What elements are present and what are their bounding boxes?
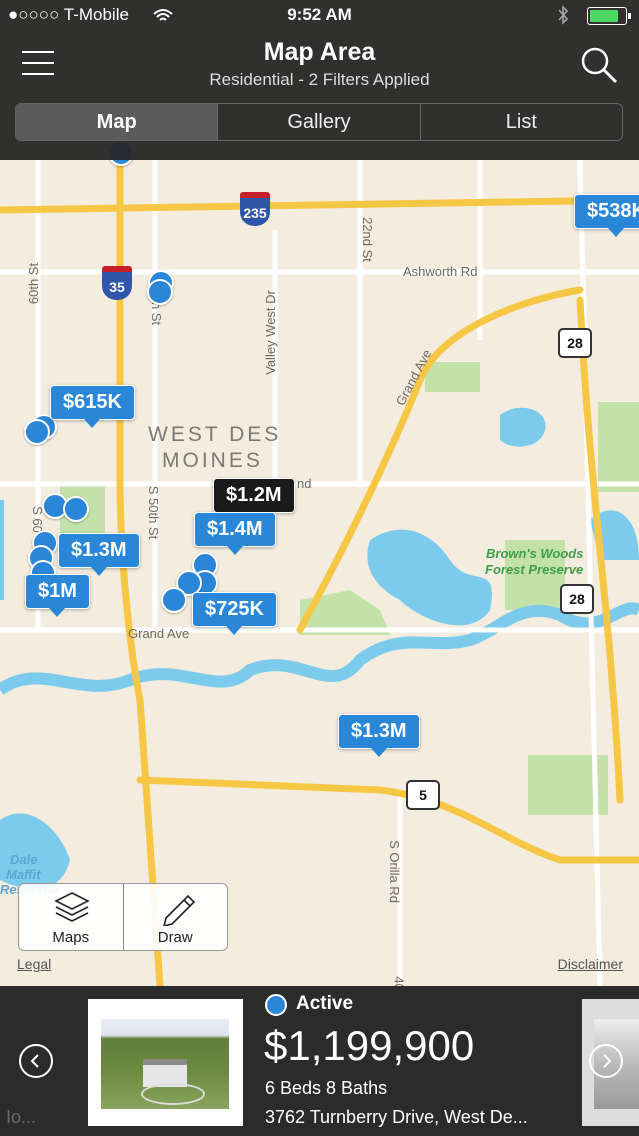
page-subtitle: Residential - 2 Filters Applied xyxy=(209,70,430,89)
map-tools: Maps Draw xyxy=(18,883,228,951)
street-label: Valley West Dr xyxy=(262,290,278,375)
bluetooth-icon xyxy=(558,5,569,25)
park-label: Brown's Woods xyxy=(486,546,584,561)
price-pin[interactable]: $1M xyxy=(25,574,90,617)
draw-button[interactable]: Draw xyxy=(124,884,228,950)
city-label-2: MOINES xyxy=(162,449,263,472)
listing-dot[interactable] xyxy=(63,496,89,522)
disclaimer-link[interactable]: Disclaimer xyxy=(558,956,623,972)
city-label: WEST DES xyxy=(148,423,282,446)
street-label: Ashworth Rd xyxy=(403,264,478,279)
next-listing-button[interactable] xyxy=(589,1044,623,1078)
route-shield: 28 xyxy=(558,328,592,358)
price-pin[interactable]: $538K xyxy=(574,194,639,237)
price-pin-selected[interactable]: $1.2M xyxy=(213,478,295,521)
search-icon[interactable] xyxy=(579,46,619,84)
listing-address: 3762 Turnberry Drive, West De... xyxy=(265,1107,528,1127)
top-bar: ●○○○○ T-Mobile 9:52 AM Map Area Resident… xyxy=(0,0,639,160)
park-label-2: Forest Preserve xyxy=(485,562,584,577)
route-shield: 5 xyxy=(406,780,440,810)
chevron-right-icon xyxy=(603,1054,612,1068)
route-shield: 28 xyxy=(560,584,594,614)
clock: 9:52 AM xyxy=(287,5,352,24)
lake-label-2: Maffit xyxy=(6,867,41,882)
street-label: nd xyxy=(297,476,312,491)
chevron-left-icon xyxy=(30,1054,39,1068)
battery-icon xyxy=(587,7,631,25)
price-pin[interactable]: $725K xyxy=(192,592,277,635)
listing-thumbnail[interactable] xyxy=(88,999,243,1126)
layers-icon xyxy=(54,892,90,922)
listing-price: $1,199,900 xyxy=(264,1022,475,1069)
street-label: n St xyxy=(149,301,165,326)
maps-label: Maps xyxy=(52,929,90,946)
price-pin[interactable]: $1.3M xyxy=(58,533,140,576)
tab-list[interactable]: List xyxy=(421,104,622,140)
listing-dot[interactable] xyxy=(161,587,187,613)
lake-label: Dale xyxy=(10,852,38,867)
legal-link[interactable]: Legal xyxy=(17,956,51,972)
price-pin[interactable]: $615K xyxy=(50,385,135,428)
pencil-icon xyxy=(162,894,195,926)
view-tabs: Map Gallery List xyxy=(15,103,623,141)
street-label: S Orilla Rd xyxy=(386,840,402,903)
interstate-235-shield: 235 xyxy=(240,192,270,226)
page-title: Map Area xyxy=(263,38,376,66)
interstate-35-shield: 35 xyxy=(102,266,132,300)
street-label: 60th St xyxy=(26,262,42,305)
street-label: Grand Ave xyxy=(128,626,190,641)
street-label: 22nd St xyxy=(359,217,375,262)
listing-card[interactable]: Io... Active $1,199,900 6 Beds 8 Baths 3… xyxy=(0,986,639,1136)
status-dot xyxy=(265,994,287,1016)
street-label: S 50th St xyxy=(146,485,162,540)
prev-listing-button[interactable] xyxy=(19,1044,53,1078)
listing-dot[interactable] xyxy=(147,279,173,305)
draw-label: Draw xyxy=(157,929,193,946)
house-photo xyxy=(101,1019,229,1109)
tab-map[interactable]: Map xyxy=(16,104,219,140)
listing-details: 6 Beds 8 Baths xyxy=(265,1078,388,1098)
maps-button[interactable]: Maps xyxy=(19,884,124,950)
ghost-text: Io... xyxy=(6,1107,37,1127)
price-pin[interactable]: $1.3M xyxy=(338,714,420,757)
status-badge: Active xyxy=(296,993,354,1014)
tab-gallery[interactable]: Gallery xyxy=(218,104,421,140)
price-pin[interactable]: $1.4M xyxy=(194,512,276,555)
listing-dot[interactable] xyxy=(24,419,50,445)
